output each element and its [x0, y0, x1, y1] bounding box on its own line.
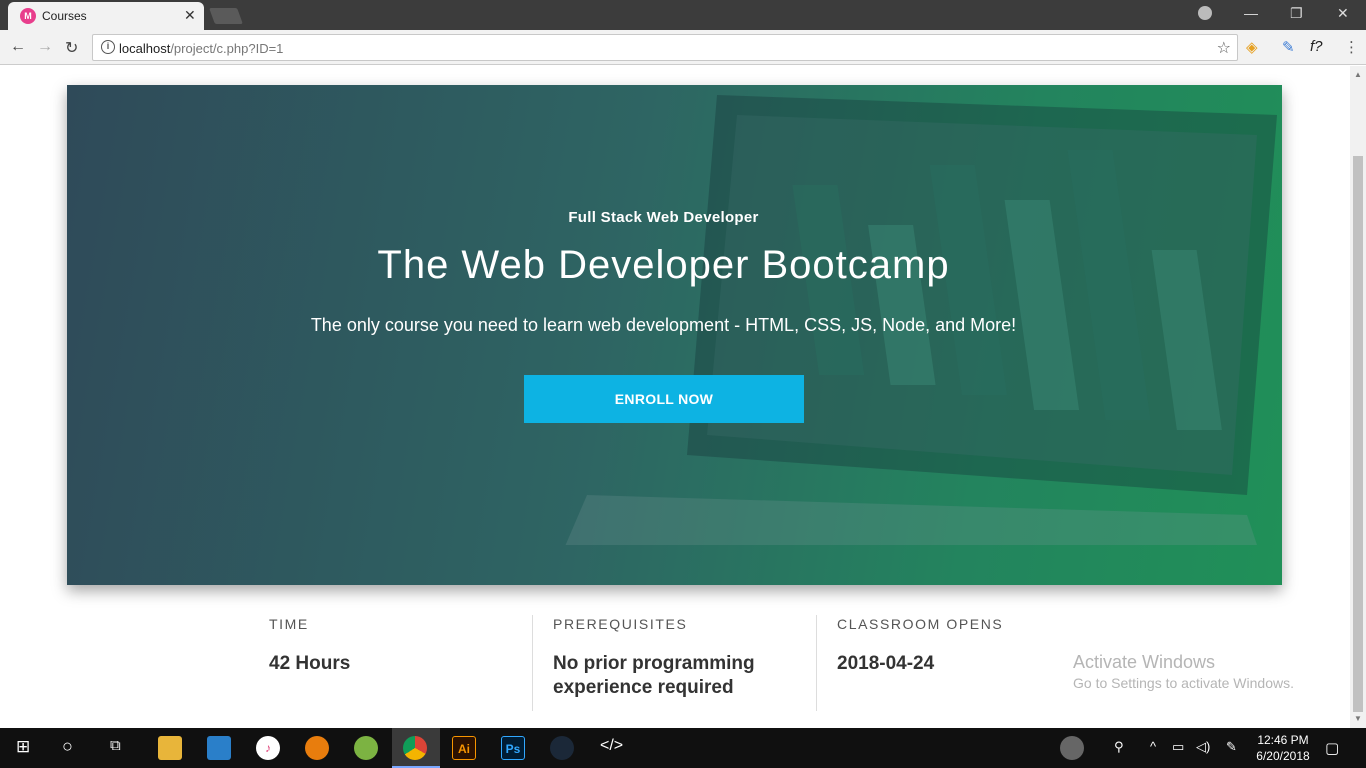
close-window-button[interactable]: ✕	[1337, 5, 1349, 22]
site-info-icon[interactable]: i	[101, 40, 115, 54]
reload-icon[interactable]: ↻	[65, 38, 78, 58]
course-category: Full Stack Web Developer	[568, 209, 759, 226]
steam-icon[interactable]	[550, 736, 574, 760]
detail-label: PREREQUISITES	[553, 616, 688, 632]
browser-toolbar: ← → ↻ i localhost/project/c.php?ID=1 ☆ ◈…	[0, 30, 1366, 65]
site-favicon-icon: M	[20, 8, 36, 24]
clock-time: 12:46 PM	[1257, 733, 1309, 747]
menu-icon[interactable]: ⋮	[1344, 38, 1359, 56]
itunes-icon[interactable]: ♪	[256, 736, 280, 760]
browser-titlebar: M Courses ✕ — ❐ ✕	[0, 0, 1366, 30]
clock-date: 6/20/2018	[1256, 749, 1310, 763]
people-avatar-icon[interactable]	[1060, 736, 1084, 760]
page-scrollbar[interactable]: ▲ ▼	[1350, 66, 1366, 728]
blender-icon[interactable]	[305, 736, 329, 760]
detail-divider	[532, 615, 533, 711]
taskbar-clock[interactable]: 12:46 PM 6/20/2018	[1252, 732, 1314, 764]
detail-prerequisites: PREREQUISITES No prior programming exper…	[553, 616, 803, 700]
restore-button[interactable]: ❐	[1290, 5, 1303, 22]
formula-extension-icon[interactable]: f?	[1310, 38, 1323, 55]
tab-title: Courses	[42, 9, 87, 23]
url-text[interactable]: localhost/project/c.php?ID=1	[119, 41, 283, 56]
sticky-app-icon[interactable]	[207, 736, 231, 760]
activate-windows-watermark: Activate Windows Go to Settings to activ…	[1073, 652, 1294, 691]
windows-taskbar: ⊞ ○ ⧉ ♪ Ai Ps </> ⚲ ^ ▭ ◁) ✎ 12:46 PM 6/…	[0, 728, 1366, 768]
address-bar[interactable]: i localhost/project/c.php?ID=1 ☆	[92, 34, 1238, 61]
show-hidden-icons-chevron-icon[interactable]: ^	[1150, 739, 1156, 754]
color-extension-icon[interactable]: ◈	[1246, 38, 1258, 56]
scrollbar-thumb[interactable]	[1353, 156, 1363, 712]
detail-value: 42 Hours	[269, 653, 351, 674]
scroll-up-icon[interactable]: ▲	[1354, 70, 1362, 79]
network-icon[interactable]: ▭	[1172, 739, 1184, 755]
watermark-subtitle: Go to Settings to activate Windows.	[1073, 675, 1294, 691]
detail-time: TIME 42 Hours	[269, 616, 519, 676]
tab-close-icon[interactable]: ✕	[184, 7, 196, 24]
pen-workspace-icon[interactable]: ✎	[1226, 739, 1237, 755]
back-icon[interactable]: ←	[10, 38, 26, 56]
detail-classroom-opens: CLASSROOM OPENS 2018-04-24	[837, 616, 1087, 676]
enroll-now-button[interactable]: ENROLL NOW	[524, 375, 804, 423]
page-content: Full Stack Web Developer The Web Develop…	[0, 66, 1350, 728]
scroll-down-icon[interactable]: ▼	[1354, 714, 1362, 723]
action-center-icon[interactable]: ▢	[1325, 739, 1339, 757]
file-explorer-icon[interactable]	[158, 736, 182, 760]
bookmark-star-icon[interactable]: ☆	[1217, 38, 1231, 58]
new-tab-button[interactable]	[209, 8, 243, 24]
start-windows-icon[interactable]: ⊞	[16, 737, 30, 757]
illustrator-icon[interactable]: Ai	[452, 736, 476, 760]
hero-banner: Full Stack Web Developer The Web Develop…	[67, 85, 1282, 585]
detail-label: TIME	[269, 616, 309, 632]
url-host: localhost	[119, 41, 171, 56]
people-icon[interactable]: ⚲	[1114, 739, 1124, 755]
cortana-icon[interactable]: ○	[62, 736, 73, 757]
forward-icon[interactable]: →	[37, 38, 53, 56]
url-path: /project/c.php?ID=1	[170, 41, 284, 56]
task-view-icon[interactable]: ⧉	[110, 737, 121, 754]
detail-value: No prior programming experience required	[553, 653, 755, 698]
minimize-button[interactable]: —	[1244, 5, 1258, 21]
code-editor-icon[interactable]: </>	[600, 737, 623, 755]
detail-value: 2018-04-24	[837, 653, 935, 674]
profile-icon[interactable]	[1198, 6, 1212, 20]
detail-label: CLASSROOM OPENS	[837, 616, 1004, 632]
android-studio-icon[interactable]	[354, 736, 378, 760]
tab-courses[interactable]: M Courses ✕	[8, 2, 204, 30]
photoshop-icon[interactable]: Ps	[501, 736, 525, 760]
volume-icon[interactable]: ◁)	[1196, 739, 1210, 755]
detail-divider	[816, 615, 817, 711]
course-description: The only course you need to learn web de…	[310, 315, 1017, 335]
watermark-title: Activate Windows	[1073, 652, 1216, 672]
chrome-icon[interactable]	[403, 736, 427, 760]
pencil-extension-icon[interactable]: ✎	[1282, 38, 1295, 56]
course-title: The Web Developer Bootcamp	[377, 243, 950, 287]
